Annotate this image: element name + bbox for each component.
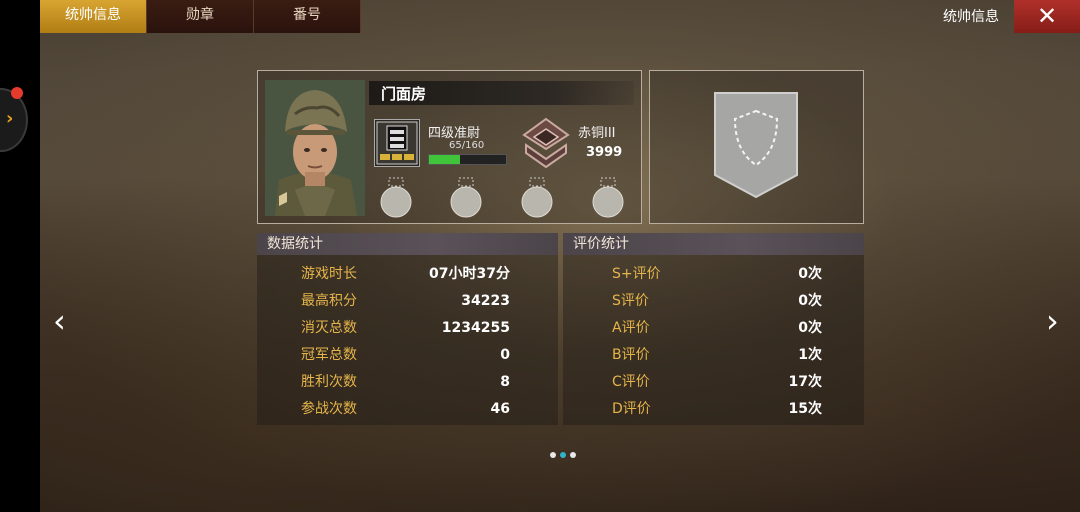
stat-value: 1234255 <box>441 320 510 336</box>
rank-title: 四级准尉 <box>428 126 481 141</box>
medal-slot-icon[interactable] <box>449 177 483 219</box>
page-dot[interactable] <box>570 452 576 458</box>
notification-dot <box>11 87 23 99</box>
rating-value: 1次 <box>798 347 822 363</box>
stat-label: 游戏时长 <box>301 266 357 282</box>
avatar[interactable] <box>265 80 365 216</box>
tab-unit-designation[interactable]: 番号 <box>254 0 361 33</box>
experience-progress-fill <box>429 155 461 164</box>
close-button[interactable]: ✕ <box>1014 0 1080 33</box>
stat-value: 34223 <box>461 293 510 309</box>
stat-label: 参战次数 <box>301 401 357 417</box>
profile-card: 门面房 四级准尉 65/160 赤铜III 3999 <box>257 70 642 224</box>
rating-label: B评价 <box>612 347 650 363</box>
rating-value: 0次 <box>798 266 822 282</box>
panel-header: 数据统计 <box>257 233 558 255</box>
rating-row: C评价 17次 <box>563 369 864 396</box>
rating-label: S评价 <box>612 293 649 309</box>
stat-value: 8 <box>500 374 510 390</box>
chevron-right-icon: › <box>6 108 14 129</box>
previous-page-arrow[interactable]: ‹ <box>53 305 66 337</box>
rating-label: C评价 <box>612 374 650 390</box>
stat-label: 最高积分 <box>301 293 357 309</box>
tier-score: 3999 <box>586 145 623 160</box>
rating-row: A评价 0次 <box>563 315 864 342</box>
rating-row: S+评价 0次 <box>563 261 864 288</box>
tab-medals[interactable]: 勋章 <box>147 0 254 33</box>
rank-insignia-icon <box>374 119 420 167</box>
soldier-portrait-icon <box>265 80 365 216</box>
stat-value: 46 <box>490 401 510 417</box>
data-statistics-panel: 数据统计 游戏时长 07小时37分 最高积分 34223 消灭总数 1234255 冠… <box>257 233 558 425</box>
rating-label: D评价 <box>612 401 651 417</box>
panel-header: 评价统计 <box>563 233 864 255</box>
page-indicator <box>550 452 576 458</box>
page-title: 统帅信息 <box>943 9 999 25</box>
rating-row: D评价 15次 <box>563 396 864 423</box>
stat-label: 冠军总数 <box>301 347 357 363</box>
stat-label: 消灭总数 <box>301 320 357 336</box>
close-icon: ✕ <box>1036 2 1058 30</box>
stat-row: 参战次数 46 <box>257 396 558 423</box>
tab-commander-info[interactable]: 统帅信息 <box>40 0 147 33</box>
medal-slot-icon[interactable] <box>379 177 413 219</box>
unit-badge-card[interactable] <box>649 70 864 224</box>
rating-row: S评价 0次 <box>563 288 864 315</box>
page-dot[interactable] <box>550 452 556 458</box>
page-dot-active[interactable] <box>560 452 566 458</box>
player-name: 门面房 <box>381 85 427 103</box>
stat-value: 07小时37分 <box>429 266 510 282</box>
tier-name: 赤铜III <box>578 126 616 141</box>
medal-slot-icon[interactable] <box>520 177 554 219</box>
rating-value: 17次 <box>788 374 822 390</box>
medal-slot-icon[interactable] <box>591 177 625 219</box>
rating-value: 0次 <box>798 320 822 336</box>
copper-tier-icon <box>520 115 572 171</box>
experience-text: 65/160 <box>449 140 485 151</box>
stat-row: 消灭总数 1234255 <box>257 315 558 342</box>
tab-bar: 统帅信息 勋章 番号 <box>40 0 361 33</box>
rating-value: 15次 <box>788 401 822 417</box>
rating-statistics-panel: 评价统计 S+评价 0次 S评价 0次 A评价 0次 B评价 1次 C评价 17次 D评价… <box>563 233 864 425</box>
stat-row: 最高积分 34223 <box>257 288 558 315</box>
rating-label: S+评价 <box>612 266 661 282</box>
stat-row: 胜利次数 8 <box>257 369 558 396</box>
experience-progress-bar <box>428 154 507 165</box>
stat-label: 胜利次数 <box>301 374 357 390</box>
stat-row: 冠军总数 0 <box>257 342 558 369</box>
rating-row: B评价 1次 <box>563 342 864 369</box>
name-bar: 门面房 <box>369 81 634 105</box>
next-page-arrow[interactable]: › <box>1046 305 1059 337</box>
rating-label: A评价 <box>612 320 650 336</box>
stat-value: 0 <box>500 347 510 363</box>
empty-shield-badge-icon <box>713 91 799 201</box>
rating-value: 0次 <box>798 293 822 309</box>
stat-row: 游戏时长 07小时37分 <box>257 261 558 288</box>
